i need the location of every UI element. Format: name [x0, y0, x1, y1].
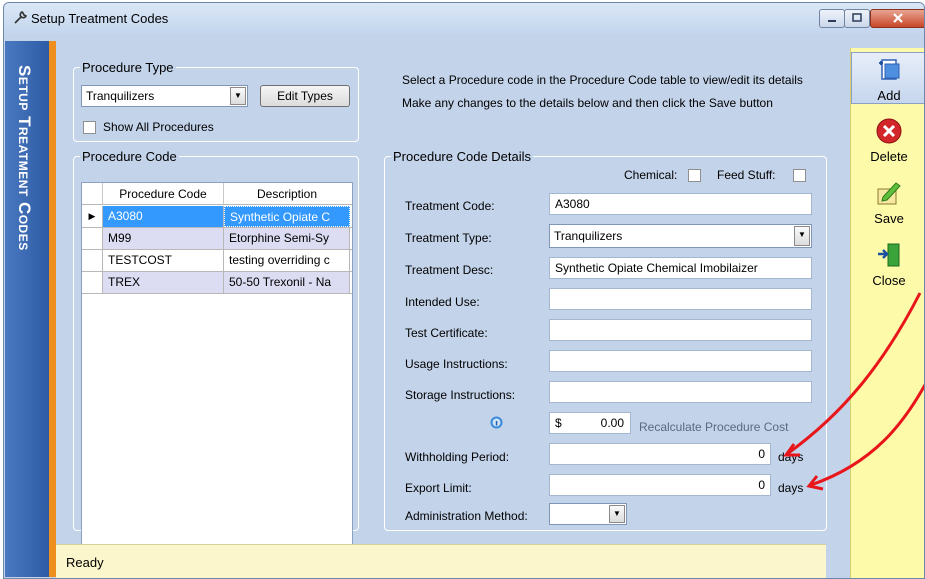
annotation-arrow	[810, 383, 924, 487]
annotation-arrows	[783, 292, 924, 491]
annotation-arrow	[786, 292, 922, 456]
main-window: Setup Treatment Codes Setup Treatment Co…	[3, 2, 925, 579]
